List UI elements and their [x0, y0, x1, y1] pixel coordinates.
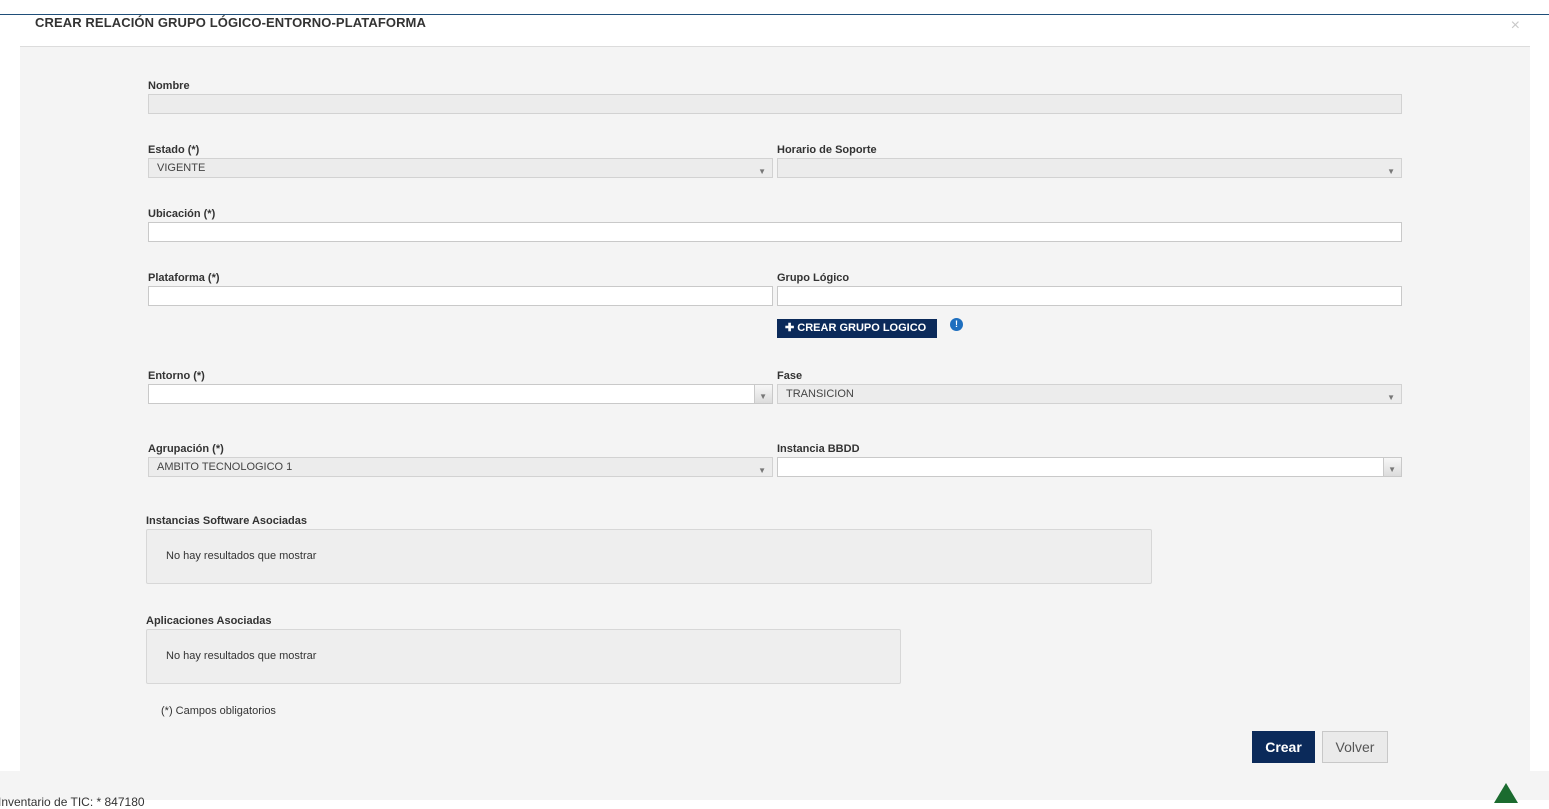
estado-label: Estado (*) [148, 144, 200, 156]
close-icon[interactable]: × [1511, 17, 1520, 35]
required-fields-note: (*) Campos obligatorios [161, 705, 276, 717]
fase-value: TRANSICION [786, 388, 854, 400]
fase-label: Fase [777, 370, 803, 382]
entorno-label: Entorno (*) [148, 370, 205, 382]
plataforma-label: Plataforma (*) [148, 272, 220, 284]
modal-header: CREAR RELACIÓN GRUPO LÓGICO-ENTORNO-PLAT… [20, 15, 1530, 47]
chevron-down-icon: ▼ [1387, 167, 1395, 176]
aplicaciones-table: No hay resultados que mostrar [146, 629, 901, 684]
aplicaciones-label: Aplicaciones Asociadas [146, 615, 272, 627]
instancia-bbdd-select[interactable]: ▼ [777, 457, 1402, 477]
plataforma-field[interactable] [148, 286, 773, 306]
nombre-label: Nombre [148, 80, 190, 92]
estado-select[interactable]: VIGENTE ▼ [148, 158, 773, 178]
grupo-logico-field[interactable] [777, 286, 1402, 306]
horario-select[interactable]: ▼ [777, 158, 1402, 178]
estado-value: VIGENTE [157, 162, 206, 174]
ubicacion-label: Ubicación (*) [148, 208, 216, 220]
modal-title: CREAR RELACIÓN GRUPO LÓGICO-ENTORNO-PLAT… [35, 15, 426, 30]
fase-select[interactable]: TRANSICION ▼ [777, 384, 1402, 404]
modal-dialog: CREAR RELACIÓN GRUPO LÓGICO-ENTORNO-PLAT… [20, 15, 1530, 771]
instancias-software-empty: No hay resultados que mostrar [166, 550, 317, 562]
aplicaciones-empty: No hay resultados que mostrar [166, 650, 317, 662]
footer: Inventario de TIC: * 847180 [0, 771, 1549, 809]
footer-text: Inventario de TIC: * 847180 [0, 795, 145, 809]
crear-grupo-logico-button[interactable]: ✚ CREAR GRUPO LOGICO [777, 319, 937, 338]
agrupacion-label: Agrupación (*) [148, 443, 224, 455]
chevron-down-icon: ▼ [758, 466, 766, 475]
volver-button[interactable]: Volver [1322, 731, 1388, 763]
grupo-logico-label: Grupo Lógico [777, 272, 850, 284]
nombre-field[interactable] [148, 94, 1402, 114]
chevron-down-icon: ▼ [759, 392, 767, 401]
chevron-down-icon: ▼ [758, 167, 766, 176]
instancias-software-label: Instancias Software Asociadas [146, 515, 307, 527]
entorno-dropdown-button[interactable]: ▼ [754, 385, 772, 403]
info-icon[interactable]: ! [950, 318, 963, 331]
crear-button[interactable]: Crear [1252, 731, 1315, 763]
instancias-software-table: No hay resultados que mostrar [146, 529, 1152, 584]
junta-logo-icon [1494, 783, 1518, 803]
entorno-select[interactable]: ▼ [148, 384, 773, 404]
agrupacion-value: AMBITO TECNOLOGICO 1 [157, 461, 293, 473]
agrupacion-select[interactable]: AMBITO TECNOLOGICO 1 ▼ [148, 457, 773, 477]
chevron-down-icon: ▼ [1387, 393, 1395, 402]
instancia-bbdd-label: Instancia BBDD [777, 443, 860, 455]
chevron-down-icon: ▼ [1388, 465, 1396, 474]
horario-label: Horario de Soporte [777, 144, 877, 156]
ubicacion-field[interactable] [148, 222, 1402, 242]
instancia-bbdd-dropdown-button[interactable]: ▼ [1383, 458, 1401, 476]
